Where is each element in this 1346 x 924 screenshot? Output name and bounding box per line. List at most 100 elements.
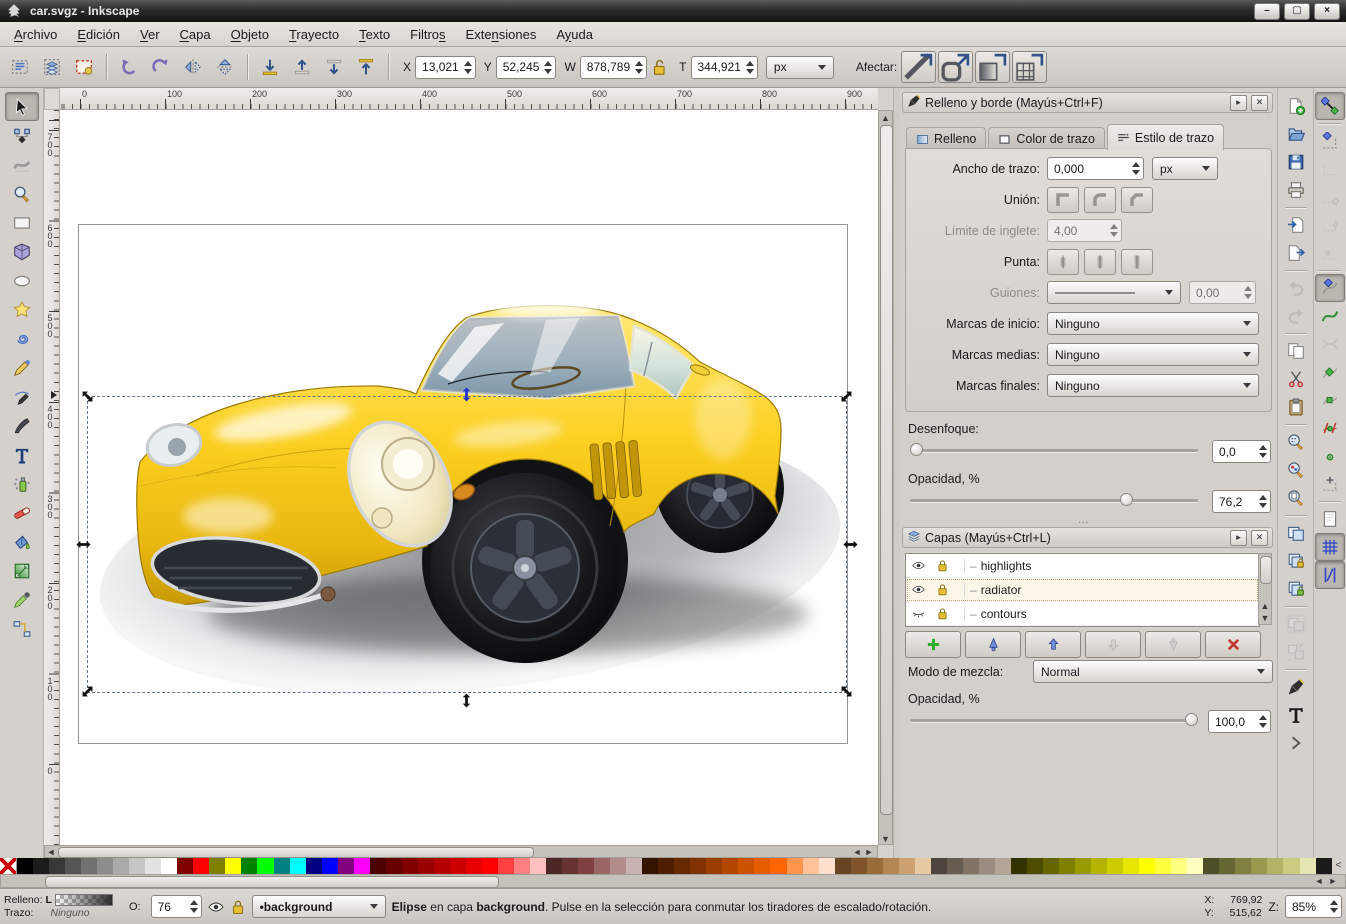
rotate-cw-button[interactable] xyxy=(145,51,177,83)
dock-grip[interactable]: ... xyxy=(1078,512,1088,526)
color-swatch[interactable] xyxy=(1267,858,1283,874)
affect-pattern-button[interactable] xyxy=(1012,51,1047,83)
zoom-drawing-button[interactable] xyxy=(1281,456,1311,484)
tool-pencil[interactable] xyxy=(5,353,39,382)
color-swatch[interactable] xyxy=(1171,858,1187,874)
palette-scrollbar[interactable]: ◄ ► xyxy=(0,874,1346,888)
tool-bezier-pen[interactable] xyxy=(5,382,39,411)
color-swatch[interactable] xyxy=(1091,858,1107,874)
fs-opacity-slider[interactable] xyxy=(910,490,1198,510)
color-swatch[interactable] xyxy=(1219,858,1235,874)
palette-scroll-thumb[interactable] xyxy=(45,876,499,888)
color-swatch[interactable] xyxy=(498,858,514,874)
color-swatch[interactable] xyxy=(306,858,322,874)
snap-guides-button[interactable] xyxy=(1315,561,1345,589)
lock-ratio-icon[interactable] xyxy=(647,51,671,83)
close-button[interactable]: × xyxy=(1314,3,1340,20)
tool-ellipse[interactable] xyxy=(5,266,39,295)
color-swatch[interactable] xyxy=(81,858,97,874)
scroll-left2-icon[interactable]: ◄ xyxy=(851,846,863,857)
color-swatch[interactable] xyxy=(754,858,770,874)
menu-trayecto[interactable]: Trayecto xyxy=(279,24,349,45)
color-swatch[interactable] xyxy=(354,858,370,874)
x-input[interactable]: 13,021 xyxy=(415,56,476,79)
tool-spiral[interactable] xyxy=(5,324,39,353)
unlink-clone-button[interactable] xyxy=(1281,575,1311,603)
snap-grid-button[interactable] xyxy=(1315,533,1345,561)
print-button[interactable] xyxy=(1281,176,1311,204)
color-swatch[interactable] xyxy=(225,858,241,874)
deselect-button[interactable] xyxy=(68,51,100,83)
color-swatch[interactable] xyxy=(1300,858,1316,874)
width-input[interactable]: 878,789 xyxy=(580,56,647,79)
units-dropdown[interactable]: px xyxy=(766,56,834,79)
color-swatch[interactable] xyxy=(867,858,883,874)
doc-save-button[interactable] xyxy=(1281,148,1311,176)
color-swatch[interactable] xyxy=(610,858,626,874)
color-swatch[interactable] xyxy=(931,858,947,874)
lock-closed-icon[interactable] xyxy=(930,583,954,596)
color-swatch[interactable] xyxy=(546,858,562,874)
lower-to-bottom-button[interactable] xyxy=(254,51,286,83)
affect-gradient-button[interactable] xyxy=(975,51,1010,83)
color-swatch[interactable] xyxy=(49,858,65,874)
color-swatch[interactable] xyxy=(97,858,113,874)
cap-round-button[interactable] xyxy=(1084,249,1116,275)
layers-scrollbar[interactable]: ▲ ▼ xyxy=(1258,553,1272,625)
zoom-input[interactable]: 85% xyxy=(1285,895,1342,918)
color-swatch[interactable] xyxy=(482,858,498,874)
color-swatch[interactable] xyxy=(803,858,819,874)
color-swatch[interactable] xyxy=(434,858,450,874)
paste-button[interactable] xyxy=(1281,393,1311,421)
hscroll-thumb[interactable] xyxy=(58,847,534,858)
color-swatch[interactable] xyxy=(1139,858,1155,874)
snap-paths-button[interactable] xyxy=(1315,302,1345,330)
menu-filtros[interactable]: Filtros xyxy=(400,24,455,45)
zoom-selection-button[interactable] xyxy=(1281,428,1311,456)
color-swatch[interactable] xyxy=(418,858,434,874)
join-miter-button[interactable] xyxy=(1047,187,1079,213)
tool-zoom[interactable] xyxy=(5,179,39,208)
eye-closed-icon[interactable] xyxy=(906,607,930,620)
tool-gradient[interactable] xyxy=(5,556,39,585)
flip-horizontal-button[interactable] xyxy=(177,51,209,83)
layer-raise-button[interactable] xyxy=(1025,631,1081,658)
snap-smooth-nodes-button[interactable] xyxy=(1315,386,1345,414)
fs-opacity-input[interactable]: 76,2 xyxy=(1212,490,1271,513)
tool-node-editor[interactable] xyxy=(5,121,39,150)
doc-open-button[interactable] xyxy=(1281,120,1311,148)
vertical-scrollbar[interactable]: ▲ ▼ xyxy=(878,110,893,845)
cap-butt-button[interactable] xyxy=(1047,249,1079,275)
scroll-right-icon[interactable]: ► xyxy=(863,846,875,857)
menu-ver[interactable]: Ver xyxy=(130,24,170,45)
color-swatch[interactable] xyxy=(209,858,225,874)
ungroup-button[interactable] xyxy=(1281,638,1311,666)
color-swatch[interactable] xyxy=(626,858,642,874)
layer-row-highlights[interactable]: –highlights xyxy=(906,554,1259,578)
color-swatch[interactable] xyxy=(690,858,706,874)
color-swatch[interactable] xyxy=(1043,858,1059,874)
redo-button[interactable] xyxy=(1281,302,1311,330)
lower-button[interactable] xyxy=(318,51,350,83)
color-swatch[interactable] xyxy=(402,858,418,874)
color-swatch[interactable] xyxy=(722,858,738,874)
color-swatch[interactable] xyxy=(706,858,722,874)
tool-dropper[interactable] xyxy=(5,585,39,614)
color-swatch[interactable] xyxy=(65,858,81,874)
import-button[interactable] xyxy=(1281,211,1311,239)
layer-lower-bottom-button[interactable] xyxy=(1145,631,1201,658)
layer-row-contours[interactable]: –contours xyxy=(906,602,1259,626)
scroll-left-icon[interactable]: ◄ xyxy=(45,846,57,857)
tool-connector[interactable] xyxy=(5,614,39,643)
layer-row-radiator[interactable]: –radiator xyxy=(906,578,1259,602)
more-button[interactable] xyxy=(1281,729,1311,757)
layers-detach-icon[interactable]: ▸ xyxy=(1230,530,1247,546)
layers-panel-header[interactable]: Capas (Mayús+Ctrl+L) ▸ ✕ xyxy=(902,527,1273,548)
marker-dropdown-2[interactable]: Ninguno xyxy=(1047,374,1259,397)
marker-dropdown-1[interactable]: Ninguno xyxy=(1047,343,1259,366)
swatch-none[interactable] xyxy=(0,858,17,874)
color-swatch[interactable] xyxy=(835,858,851,874)
layer-opacity-slider[interactable] xyxy=(910,710,1198,730)
tool-eraser[interactable] xyxy=(5,498,39,527)
color-swatch[interactable] xyxy=(883,858,899,874)
